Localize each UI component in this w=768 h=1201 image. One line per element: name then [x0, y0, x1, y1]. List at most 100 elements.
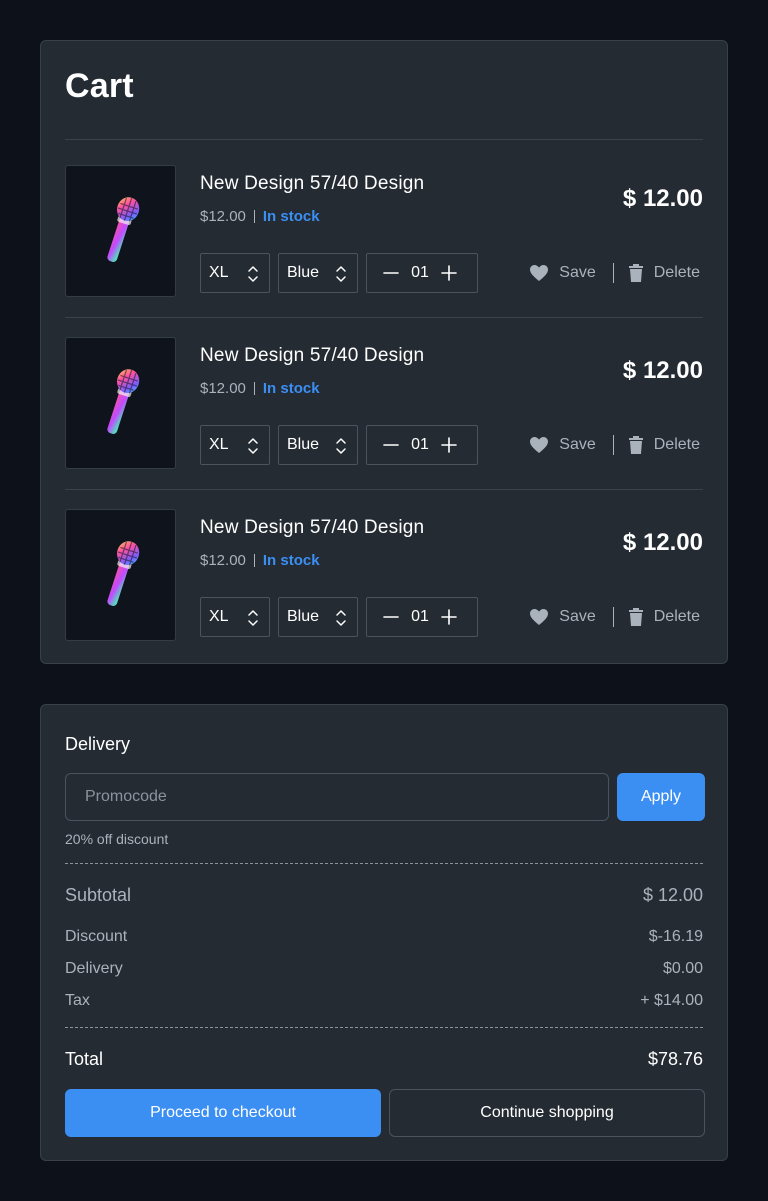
apply-button[interactable]: Apply [617, 773, 705, 821]
quantity-value[interactable]: 01 [411, 264, 429, 282]
item-divider [65, 489, 703, 490]
product-image[interactable] [65, 165, 176, 297]
heart-icon [530, 265, 549, 281]
delete-button[interactable]: Delete [628, 607, 700, 627]
total-value: $78.76 [647, 1049, 703, 1069]
cart-title: Cart [65, 67, 134, 105]
promo-note: 20% off discount [65, 831, 169, 847]
trash-icon [628, 264, 643, 282]
action-separator [612, 263, 614, 283]
heart-icon [530, 437, 549, 453]
quantity-value[interactable]: 01 [411, 436, 429, 454]
product-image[interactable] [65, 509, 176, 641]
cart-divider [65, 139, 703, 140]
stock-status: In stock [262, 208, 320, 225]
item-actions: Save Delete [529, 597, 700, 637]
product-meta: $12.00 In stock [200, 208, 320, 225]
size-value: XL [209, 436, 229, 453]
size-select[interactable]: XL [200, 597, 270, 637]
item-price: $ 12.00 [622, 185, 703, 212]
delivery-title: Delivery [65, 734, 131, 754]
trash-icon [628, 436, 643, 454]
subtotal-label: Subtotal [65, 885, 132, 905]
save-button[interactable]: Save [529, 608, 596, 626]
delete-button[interactable]: Delete [628, 435, 700, 455]
save-label: Save [559, 264, 596, 281]
cart-item: New Design 57/40 Design $12.00 In stock … [65, 337, 703, 469]
meta-separator [253, 382, 255, 395]
color-select[interactable]: Blue [278, 425, 358, 465]
total-row: Total $78.76 [65, 1049, 703, 1070]
size-select[interactable]: XL [200, 253, 270, 293]
unit-price: $12.00 [200, 380, 246, 397]
color-select[interactable]: Blue [278, 597, 358, 637]
delivery-value: $0.00 [662, 960, 703, 977]
stock-status: In stock [262, 552, 320, 569]
summary-divider [65, 863, 703, 864]
chevron-up-down-icon [248, 610, 258, 626]
save-button[interactable]: Save [529, 436, 596, 454]
delivery-row: Delivery $0.00 [65, 960, 703, 978]
continue-shopping-button[interactable]: Continue shopping [389, 1089, 705, 1137]
microphone-icon [106, 541, 139, 606]
size-value: XL [209, 264, 229, 281]
delivery-label: Delivery [65, 960, 123, 977]
product-meta: $12.00 In stock [200, 380, 320, 397]
delete-label: Delete [653, 608, 700, 625]
chevron-up-down-icon [248, 266, 258, 282]
promocode-input[interactable] [65, 773, 609, 821]
item-price: $ 12.00 [622, 529, 703, 556]
color-value: Blue [287, 608, 320, 625]
minus-icon [383, 272, 399, 274]
cart-item: New Design 57/40 Design $12.00 In stock … [65, 509, 703, 641]
product-name[interactable]: New Design 57/40 Design [200, 517, 424, 539]
subtotal-row: Subtotal $ 12.00 [65, 885, 703, 906]
item-price: $ 12.00 [622, 357, 703, 384]
product-name[interactable]: New Design 57/40 Design [200, 173, 424, 195]
heart-icon [530, 609, 549, 625]
chevron-up-down-icon [336, 266, 346, 282]
increase-button[interactable] [441, 265, 457, 281]
checkout-button[interactable]: Proceed to checkout [65, 1089, 381, 1137]
save-button[interactable]: Save [529, 264, 596, 282]
tax-label: Tax [65, 992, 90, 1009]
product-image[interactable] [65, 337, 176, 469]
microphone-icon [106, 369, 139, 434]
plus-icon [441, 437, 457, 453]
action-separator [612, 435, 614, 455]
color-select[interactable]: Blue [278, 253, 358, 293]
total-label: Total [65, 1049, 104, 1069]
quantity-stepper: 01 [366, 253, 478, 293]
color-value: Blue [287, 264, 320, 281]
total-divider [65, 1027, 703, 1028]
size-value: XL [209, 608, 229, 625]
delete-label: Delete [653, 436, 700, 453]
chevron-up-down-icon [248, 438, 258, 454]
decrease-button[interactable] [383, 609, 399, 625]
unit-price: $12.00 [200, 552, 246, 569]
increase-button[interactable] [441, 609, 457, 625]
stock-status: In stock [262, 380, 320, 397]
size-select[interactable]: XL [200, 425, 270, 465]
chevron-up-down-icon [336, 438, 346, 454]
trash-icon [628, 608, 643, 626]
order-summary-panel: Delivery Apply 20% off discount Subtotal… [40, 704, 728, 1161]
item-actions: Save Delete [529, 425, 700, 465]
cart-item: New Design 57/40 Design $12.00 In stock … [65, 165, 703, 297]
minus-icon [383, 444, 399, 446]
color-value: Blue [287, 436, 320, 453]
product-name[interactable]: New Design 57/40 Design [200, 345, 424, 367]
delete-button[interactable]: Delete [628, 263, 700, 283]
delete-label: Delete [653, 264, 700, 281]
microphone-icon [106, 197, 139, 262]
meta-separator [253, 210, 255, 223]
meta-separator [253, 554, 255, 567]
increase-button[interactable] [441, 437, 457, 453]
decrease-button[interactable] [383, 265, 399, 281]
item-actions: Save Delete [529, 253, 700, 293]
decrease-button[interactable] [383, 437, 399, 453]
quantity-stepper: 01 [366, 597, 478, 637]
save-label: Save [559, 436, 596, 453]
plus-icon [441, 265, 457, 281]
quantity-value[interactable]: 01 [411, 608, 429, 626]
